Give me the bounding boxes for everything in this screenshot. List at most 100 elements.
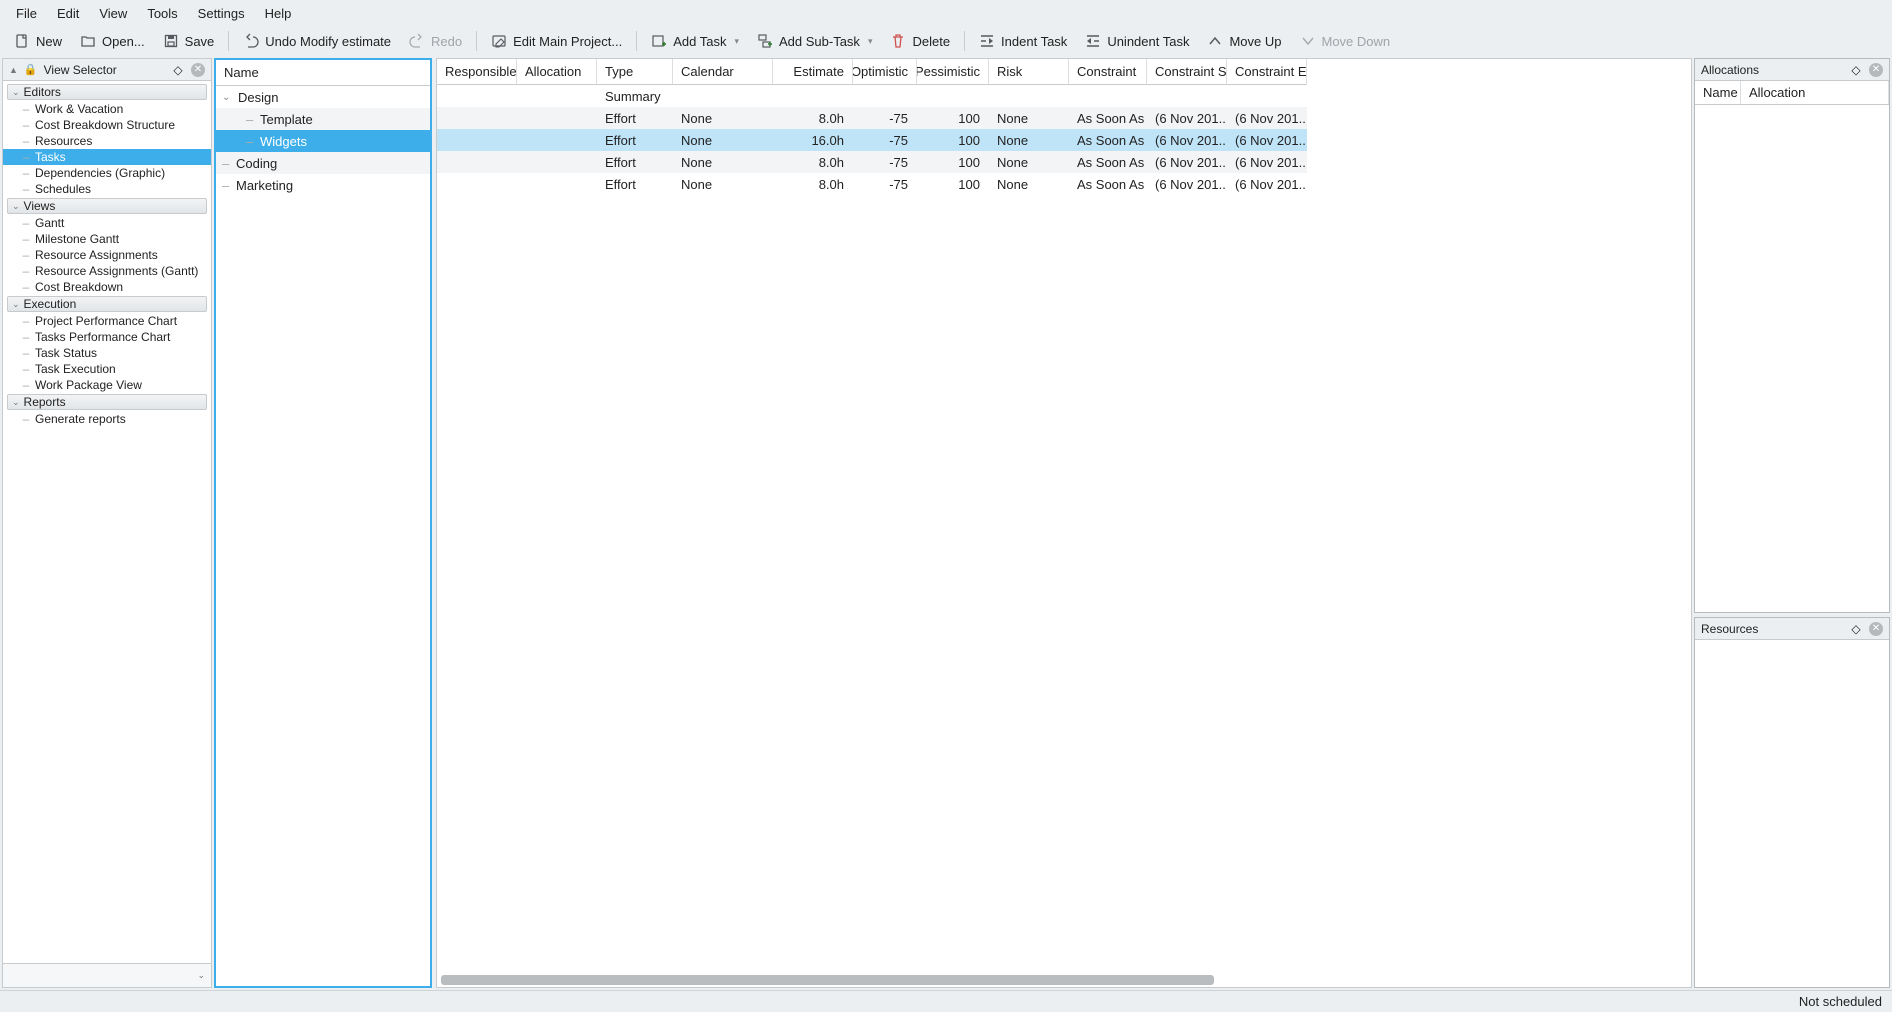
task-row[interactable]: –Marketing [216,174,430,196]
grid-cell[interactable]: -75 [853,129,917,151]
collapse-icon[interactable]: ▲ [9,65,18,75]
column-header[interactable]: Constraint St [1147,59,1227,85]
delete-button[interactable]: Delete [882,28,958,54]
menu-tools[interactable]: Tools [137,2,187,25]
grid-cell[interactable]: (6 Nov 201... [1147,129,1227,151]
column-header[interactable]: Responsible [437,59,517,85]
grid-cell[interactable]: (6 Nov 201... [1227,151,1307,173]
tree-item[interactable]: –Task Status [3,345,211,361]
alloc-col-name[interactable]: Name [1695,81,1741,104]
tree-item[interactable]: –Work Package View [3,377,211,393]
grid-cell[interactable]: Effort [597,173,673,195]
grid-cell[interactable]: None [673,151,773,173]
column-header[interactable]: Allocation [517,59,597,85]
grid-cell[interactable] [1069,85,1147,107]
grid-cell[interactable]: 100 [917,129,989,151]
detach-icon[interactable]: ◇ [171,63,185,77]
grid-cell[interactable]: -75 [853,107,917,129]
close-icon[interactable]: ✕ [191,63,205,77]
resources-body[interactable] [1695,640,1889,987]
column-header[interactable]: Constraint E [1227,59,1307,85]
task-row[interactable]: –Widgets [216,130,430,152]
column-header[interactable]: Constraint [1069,59,1147,85]
grid-cell[interactable] [517,85,597,107]
grid-cell[interactable]: None [989,151,1069,173]
grid-cell[interactable]: None [673,129,773,151]
grid-cell[interactable]: None [989,107,1069,129]
grid-cell[interactable]: Effort [597,107,673,129]
grid-cell[interactable] [437,85,517,107]
unindent-task-button[interactable]: Unindent Task [1077,28,1197,54]
grid-cell[interactable] [1227,85,1307,107]
grid-cell[interactable]: As Soon As ... [1069,107,1147,129]
grid-cell[interactable]: Summary [597,85,673,107]
close-icon[interactable]: ✕ [1869,63,1883,77]
tree-item[interactable]: –Resource Assignments (Gantt) [3,263,211,279]
tree-group-views[interactable]: ⌄Views [7,198,207,214]
open-button[interactable]: Open... [72,28,153,54]
grid-cell[interactable]: None [989,129,1069,151]
grid-cell[interactable]: None [673,173,773,195]
grid-cell[interactable]: -75 [853,151,917,173]
column-header[interactable]: Type [597,59,673,85]
tree-group-reports[interactable]: ⌄Reports [7,394,207,410]
grid-cell[interactable] [1147,85,1227,107]
tree-group-editors[interactable]: ⌄Editors [7,84,207,100]
column-header[interactable]: Optimistic [853,59,917,85]
menu-settings[interactable]: Settings [188,2,255,25]
dropdown-icon[interactable]: ⌄ [197,970,205,981]
name-column-header[interactable]: Name [216,60,430,86]
move-down-button[interactable]: Move Down [1292,28,1399,54]
horizontal-scrollbar[interactable] [441,975,1687,985]
grid-scroll[interactable]: ResponsibleAllocationTypeCalendarEstimat… [437,59,1691,974]
tree-item[interactable]: –Work & Vacation [3,101,211,117]
grid-cell[interactable]: As Soon As ... [1069,129,1147,151]
tree-item[interactable]: –Cost Breakdown Structure [3,117,211,133]
grid-cell[interactable]: As Soon As ... [1069,151,1147,173]
grid-cell[interactable]: (6 Nov 201... [1147,151,1227,173]
grid-cell[interactable] [673,85,773,107]
redo-button[interactable]: Redo [401,28,470,54]
close-icon[interactable]: ✕ [1869,622,1883,636]
new-button[interactable]: New [6,28,70,54]
grid-cell[interactable]: 16.0h [773,129,853,151]
grid-cell[interactable]: 8.0h [773,107,853,129]
column-header[interactable]: Pessimistic [917,59,989,85]
tree-item[interactable]: –Tasks [3,149,211,165]
grid-cell[interactable]: (6 Nov 201... [1227,129,1307,151]
indent-task-button[interactable]: Indent Task [971,28,1075,54]
add-subtask-button[interactable]: Add Sub-Task ▾ [749,28,880,54]
tree-group-execution[interactable]: ⌄Execution [7,296,207,312]
alloc-col-allocation[interactable]: Allocation [1741,81,1889,104]
add-task-button[interactable]: Add Task ▾ [643,28,747,54]
grid-cell[interactable] [917,85,989,107]
grid-cell[interactable] [437,173,517,195]
column-header[interactable]: Estimate [773,59,853,85]
column-header[interactable]: Calendar [673,59,773,85]
tree-item[interactable]: –Resource Assignments [3,247,211,263]
move-up-button[interactable]: Move Up [1199,28,1289,54]
grid-cell[interactable]: 8.0h [773,173,853,195]
menu-view[interactable]: View [89,2,137,25]
grid-cell[interactable]: Effort [597,129,673,151]
tree-item[interactable]: –Tasks Performance Chart [3,329,211,345]
allocations-body[interactable] [1695,105,1889,612]
menu-edit[interactable]: Edit [47,2,89,25]
grid-cell[interactable] [773,85,853,107]
tree-item[interactable]: –Schedules [3,181,211,197]
grid-cell[interactable]: As Soon As ... [1069,173,1147,195]
detach-icon[interactable]: ◇ [1849,63,1863,77]
menu-help[interactable]: Help [255,2,302,25]
tree-item[interactable]: –Milestone Gantt [3,231,211,247]
grid-cell[interactable]: (6 Nov 201... [1227,173,1307,195]
grid-cell[interactable] [437,129,517,151]
tree-item[interactable]: –Cost Breakdown [3,279,211,295]
grid-cell[interactable]: (6 Nov 201... [1147,107,1227,129]
view-selector-tree[interactable]: ⌄Editors–Work & Vacation–Cost Breakdown … [3,81,211,963]
grid-cell[interactable]: 100 [917,173,989,195]
grid-cell[interactable]: None [673,107,773,129]
lock-icon[interactable]: 🔒 [24,63,38,76]
grid-cell[interactable]: (6 Nov 201... [1227,107,1307,129]
grid-cell[interactable] [517,107,597,129]
tree-item[interactable]: –Resources [3,133,211,149]
